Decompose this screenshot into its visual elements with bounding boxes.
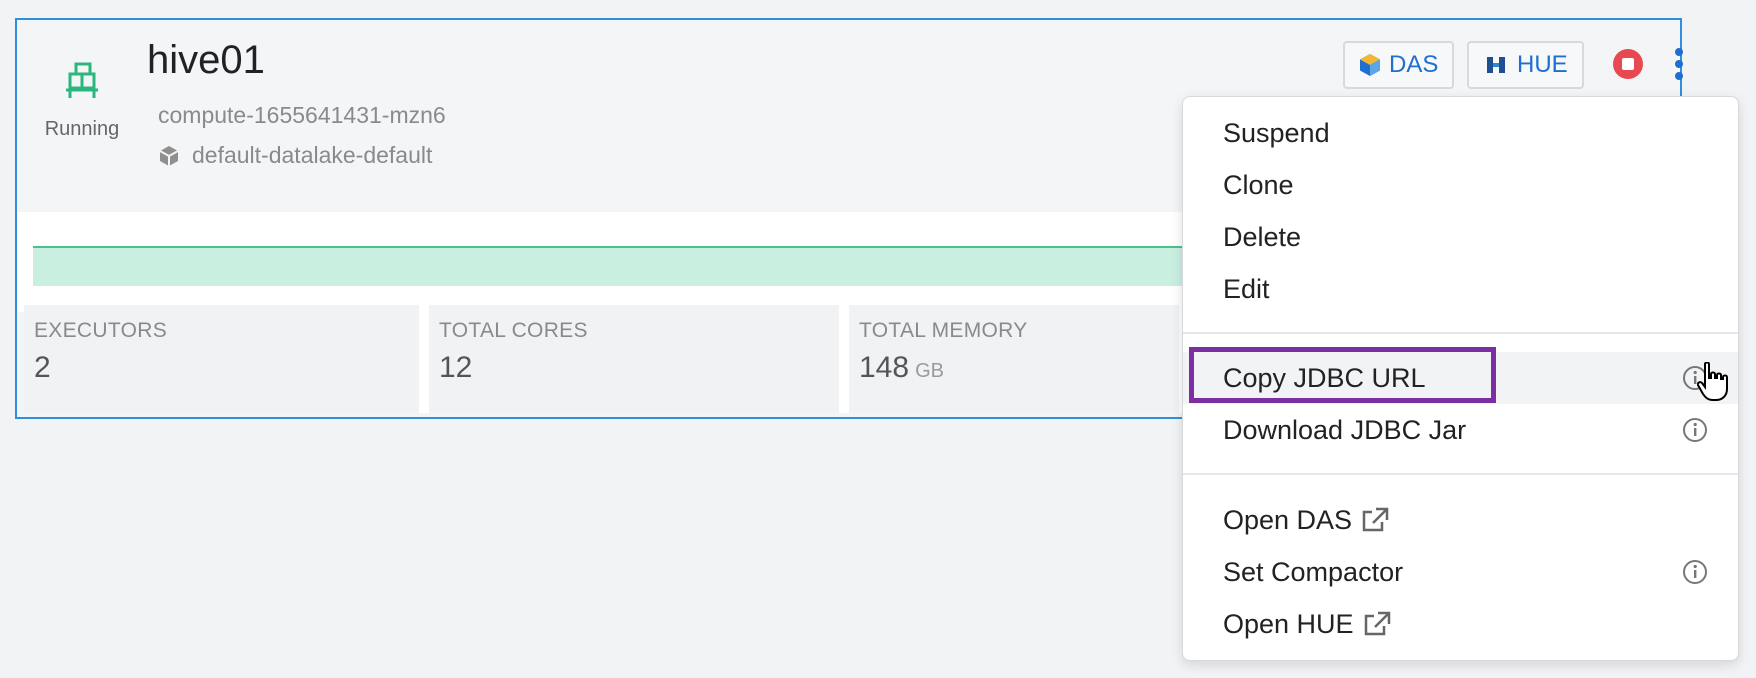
stat-executors: EXECUTORS 2 — [24, 305, 419, 413]
menu-item-clone[interactable]: Clone — [1183, 159, 1738, 211]
stat-total-memory: TOTAL MEMORY 148 GB — [849, 305, 1179, 413]
das-button-label: DAS — [1389, 51, 1439, 78]
info-icon[interactable] — [1682, 417, 1708, 443]
stat-total-cores: TOTAL CORES 12 — [429, 305, 839, 413]
hue-logo-icon — [1487, 57, 1505, 73]
das-logo-icon — [1360, 54, 1380, 76]
menu-item-download-jdbc-jar[interactable]: Download JDBC Jar — [1183, 404, 1738, 456]
status-block: Running — [37, 60, 127, 141]
kebab-menu-icon[interactable] — [1667, 47, 1691, 81]
hand-pointer-icon — [1697, 362, 1728, 401]
stat-label: EXECUTORS — [34, 319, 168, 342]
external-link-icon — [1364, 611, 1390, 636]
menu-item-open-das[interactable]: Open DAS — [1183, 494, 1738, 546]
highlight-annotation-box — [1189, 347, 1496, 403]
stop-icon[interactable] — [1611, 47, 1645, 81]
stat-unit: GB — [915, 360, 944, 382]
menu-item-edit[interactable]: Edit — [1183, 263, 1738, 315]
stat-value: 12 — [439, 351, 473, 384]
hue-button-label: HUE — [1517, 51, 1568, 78]
menu-item-suspend[interactable]: Suspend — [1183, 107, 1738, 159]
stat-value: 2 — [34, 351, 51, 384]
menu-divider — [1183, 473, 1738, 475]
das-button[interactable]: DAS — [1343, 41, 1455, 89]
warehouse-icon — [66, 62, 98, 98]
datalake-name: default-datalake-default — [192, 142, 433, 168]
warehouse-title: hive01 — [147, 38, 265, 82]
cube-icon — [159, 145, 179, 166]
compute-id: compute-1655641431-mzn6 — [158, 102, 446, 128]
datalake-row: default-datalake-default — [158, 142, 432, 169]
info-icon[interactable] — [1682, 559, 1708, 585]
stat-label: TOTAL MEMORY — [859, 319, 1028, 342]
external-link-icon — [1362, 507, 1389, 532]
hue-button[interactable]: HUE — [1467, 41, 1584, 89]
menu-item-delete[interactable]: Delete — [1183, 211, 1738, 263]
status-label: Running — [44, 118, 120, 140]
stat-label: TOTAL CORES — [439, 319, 588, 342]
stat-value: 148 GB — [859, 351, 944, 384]
menu-divider — [1183, 332, 1738, 334]
menu-item-set-compactor[interactable]: Set Compactor — [1183, 546, 1738, 598]
menu-item-open-hue[interactable]: Open HUE — [1183, 598, 1738, 650]
